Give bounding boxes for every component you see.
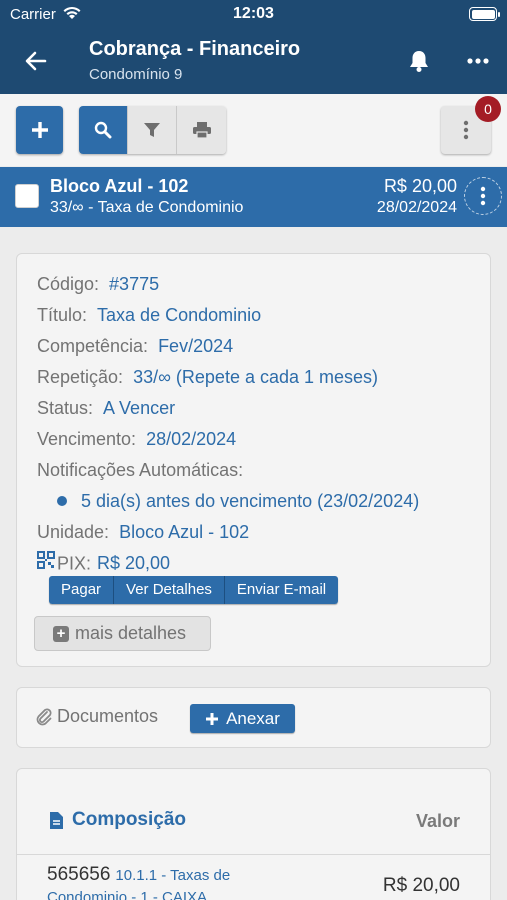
tool-button-group — [79, 106, 226, 154]
more-details-label: mais detalhes — [75, 623, 187, 643]
back-arrow-icon — [25, 51, 47, 71]
pix-button-group: Pagar Ver Detalhes Enviar E-mail — [49, 576, 339, 604]
filter-button[interactable] — [128, 106, 177, 154]
attach-label: Anexar — [226, 708, 280, 728]
composition-title-text: Composição — [72, 809, 187, 830]
search-button[interactable] — [79, 106, 128, 154]
more-icon — [467, 58, 489, 64]
documents-card: Documentos Anexar — [16, 687, 491, 748]
pay-button[interactable]: Pagar — [49, 576, 115, 604]
notification-count-badge: 0 — [475, 96, 501, 122]
vencimento-value: 28/02/2024 — [146, 429, 237, 449]
repeticao-row: Repetição: 33/∞ (Repete a cada 1 meses) — [37, 367, 378, 388]
item-options-button[interactable] — [464, 177, 502, 215]
vencimento-row: Vencimento: 28/02/2024 — [37, 429, 236, 450]
plus-icon — [206, 712, 219, 725]
page-subtitle: Condomínio 9 — [89, 66, 183, 83]
codigo-label: Código: — [37, 274, 100, 294]
view-details-button[interactable]: Ver Detalhes — [114, 576, 225, 604]
plus-icon — [31, 122, 48, 138]
more-details-button[interactable]: + mais detalhes — [34, 616, 211, 651]
bullet-icon — [57, 496, 67, 507]
status-row: Status: A Vencer — [37, 398, 175, 419]
vencimento-label: Vencimento: — [37, 429, 137, 449]
competencia-row: Competência: Fev/2024 — [37, 336, 233, 357]
item-date: 28/02/2024 — [376, 199, 457, 216]
pix-label: PIX: — [57, 553, 92, 574]
unidade-value: Bloco Azul - 102 — [119, 522, 250, 542]
qr-icon — [37, 551, 55, 574]
print-icon — [192, 122, 211, 139]
competencia-label: Competência: — [37, 336, 149, 356]
titulo-value: Taxa de Condominio — [97, 305, 262, 325]
item-subtitle: 33/∞ - Taxa de Condominio — [50, 199, 244, 216]
notificacoes-label: Notificações Automáticas: — [37, 460, 244, 480]
codigo-row: Código: #3775 — [37, 274, 159, 295]
battery-icon — [469, 7, 500, 21]
composition-row-account: 565656 10.1.1 - Taxas de Condominio - 1 -… — [47, 864, 277, 900]
notifications-button[interactable] — [402, 44, 436, 78]
composition-row-value: R$ 20,00 — [382, 875, 460, 896]
composition-card: Composição Valor 565656 10.1.1 - Taxas de… — [16, 768, 491, 900]
repeticao-label: Repetição: — [37, 367, 124, 387]
document-icon — [50, 811, 63, 829]
back-button[interactable] — [18, 44, 54, 78]
page-title: Cobrança - Financeiro — [89, 38, 301, 60]
titulo-row: Título: Taxa de Condominio — [37, 305, 261, 326]
nav-bar: Cobrança - Financeiro Condomínio 9 — [0, 28, 507, 94]
composition-title: Composição — [49, 809, 186, 831]
competencia-value: Fev/2024 — [158, 336, 234, 356]
plus-square-icon: + — [53, 625, 69, 642]
documents-header: Documentos — [35, 706, 158, 727]
paperclip-icon — [36, 708, 52, 725]
bell-icon — [410, 51, 428, 72]
notificacao-item: 5 dia(s) antes do vencimento (23/02/2024… — [57, 491, 419, 512]
send-email-button[interactable]: Enviar E-mail — [224, 576, 339, 604]
composition-row-code: 565656 — [47, 864, 111, 885]
pix-row: PIX: R$ 20,00 — [37, 551, 171, 576]
notificacoes-row: Notificações Automáticas: — [37, 460, 243, 481]
value-column-header: Valor — [415, 811, 460, 831]
selected-item-header[interactable]: Bloco Azul - 102 33/∞ - Taxa de Condomin… — [0, 167, 507, 227]
kebab-icon — [463, 120, 469, 140]
add-button[interactable] — [16, 106, 63, 154]
more-options-button[interactable] — [458, 44, 498, 78]
notificacao-text: 5 dia(s) antes do vencimento (23/02/2024… — [81, 491, 420, 511]
attach-button[interactable]: Anexar — [190, 704, 295, 733]
clock: 12:03 — [233, 5, 274, 22]
titulo-label: Título: — [37, 305, 88, 325]
repeticao-value: 33/∞ (Repete a cada 1 meses) — [133, 367, 379, 387]
codigo-value: #3775 — [109, 274, 160, 294]
kebab-icon — [480, 186, 486, 206]
unidade-label: Unidade: — [37, 522, 110, 542]
print-button[interactable] — [177, 106, 226, 154]
status-bar: Carrier 12:03 — [0, 0, 507, 28]
documents-label: Documentos — [57, 706, 159, 726]
pix-value: R$ 20,00 — [97, 553, 171, 574]
select-item-checkbox[interactable] — [15, 184, 39, 208]
item-value: R$ 20,00 — [383, 176, 457, 196]
item-title: Bloco Azul - 102 — [50, 176, 189, 196]
details-card: Código: #3775 Título: Taxa de Condominio C… — [16, 253, 491, 667]
filter-icon — [144, 123, 160, 137]
status-label: Status: — [37, 398, 94, 418]
toolbar — [0, 94, 507, 166]
composition-header: Composição Valor — [17, 769, 490, 855]
status-value: A Vencer — [103, 398, 176, 418]
search-icon — [94, 121, 112, 139]
unidade-row: Unidade: Bloco Azul - 102 — [37, 522, 249, 543]
